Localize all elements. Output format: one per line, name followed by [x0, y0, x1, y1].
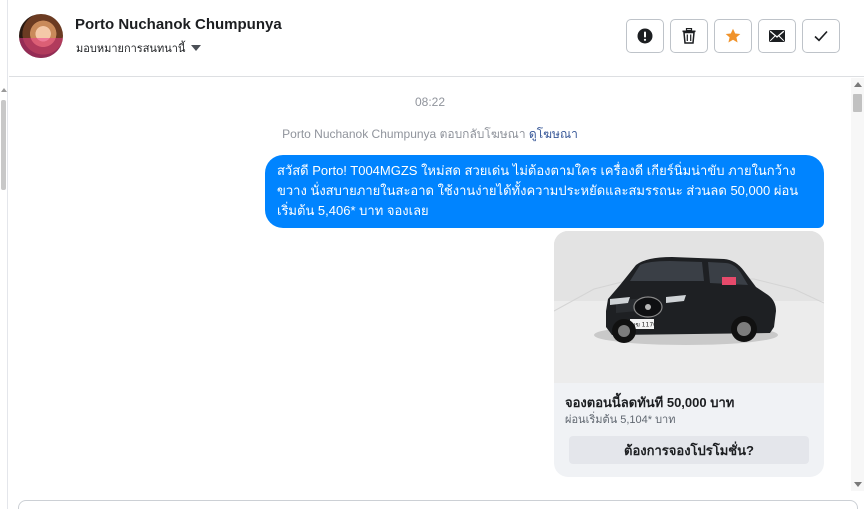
check-icon: [814, 30, 828, 42]
ad-card[interactable]: 8ฆฆ 1170 จองตอนนี้ลดทันที 50,000 บาท ผ่อ…: [554, 231, 824, 477]
conversation-header: Porto Nuchanok Chumpunya มอบหมายการสนทนา…: [9, 0, 864, 77]
mark-spam-button[interactable]: [626, 19, 664, 53]
car-photo[interactable]: 8ฆฆ 1170: [554, 231, 824, 383]
follow-up-button[interactable]: [714, 19, 752, 53]
contact-name[interactable]: Porto Nuchanok Chumpunya: [75, 16, 282, 33]
scroll-thumb[interactable]: [853, 94, 862, 112]
message-composer[interactable]: [18, 500, 858, 509]
ad-reply-note: Porto Nuchanok Chumpunya ตอบกลับโฆษณา ดู…: [9, 125, 851, 144]
chevron-down-icon: [191, 45, 202, 51]
header-actions: [626, 19, 840, 53]
outgoing-message-bubble[interactable]: สวัสดี Porto! T004MGZS ใหม่สด สวยเด่น ไม…: [265, 155, 824, 228]
avatar[interactable]: [19, 14, 63, 58]
ad-card-subtitle: ผ่อนเริ่มต้น 5,104* บาท: [565, 414, 676, 426]
mark-unread-button[interactable]: [758, 19, 796, 53]
left-scroll-up-arrow[interactable]: [1, 88, 7, 92]
mail-icon: [769, 30, 785, 42]
delete-button[interactable]: [670, 19, 708, 53]
scroll-up-arrow[interactable]: [854, 82, 862, 87]
trash-icon: [682, 28, 696, 44]
assign-conversation-dropdown[interactable]: มอบหมายการสนทนานี้: [76, 39, 202, 57]
view-ad-link[interactable]: ดูโฆษณา: [529, 127, 578, 141]
alert-icon: [637, 28, 653, 44]
scroll-down-arrow[interactable]: [854, 482, 862, 487]
ad-card-cta-button[interactable]: ต้องการจองโปรโมชั่น?: [569, 436, 809, 464]
assign-label: มอบหมายการสนทนานี้: [76, 43, 186, 55]
message-timestamp: 08:22: [414, 95, 446, 109]
mark-done-button[interactable]: [802, 19, 840, 53]
left-scroll-thumb[interactable]: [1, 100, 6, 190]
left-panel-scrollbar[interactable]: [0, 0, 8, 509]
thread-scrollbar[interactable]: [851, 78, 864, 491]
ad-reply-text: Porto Nuchanok Chumpunya ตอบกลับโฆษณา: [282, 127, 526, 141]
star-icon: [725, 28, 741, 43]
message-thread[interactable]: 08:22 Porto Nuchanok Chumpunya ตอบกลับโฆ…: [9, 78, 851, 509]
